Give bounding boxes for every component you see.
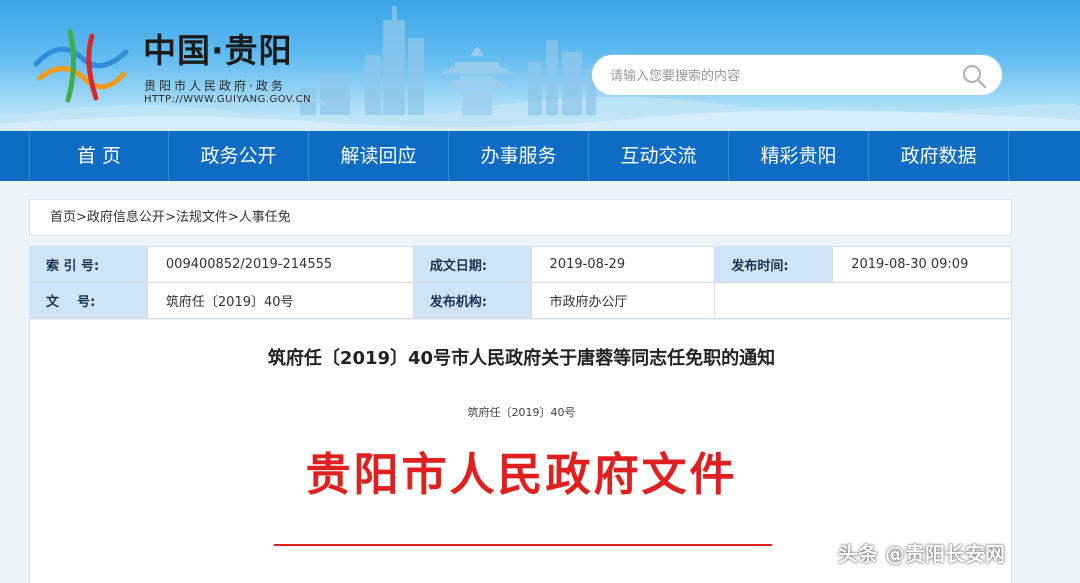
index-number-value: 009400852/2019-214555: [146, 246, 414, 283]
nav-item-home[interactable]: 首 页: [29, 131, 169, 181]
document-number-label: 文 号:: [29, 282, 148, 319]
nav-item-government-affairs[interactable]: 政务公开: [169, 131, 309, 181]
breadcrumb-regulations[interactable]: 法规文件: [176, 210, 228, 225]
publishing-org-value: 市政府办公厅: [530, 282, 716, 319]
breadcrumb: 首页>政府信息公开>法规文件>人事任免: [29, 199, 1012, 236]
search-icon[interactable]: [961, 63, 987, 89]
breadcrumb-appointments[interactable]: 人事任免: [239, 210, 291, 225]
red-divider-line: [274, 544, 772, 546]
breadcrumb-info-disclosure[interactable]: 政府信息公开: [87, 210, 165, 225]
nav-item-discover-guiyang[interactable]: 精彩贵阳: [729, 131, 869, 181]
site-url: HTTP://WWW.GUIYANG.GOV.CN: [144, 94, 312, 105]
publish-time-label: 发布时间:: [714, 246, 834, 283]
site-header: 中国·贵阳 贵阳市人民政府·政务 HTTP://WWW.GUIYANG.GOV.…: [0, 0, 1080, 131]
article-title: 筑府任〔2019〕40号市人民政府关于唐蓉等同志任免职的通知: [267, 348, 776, 369]
search-box: [592, 55, 1002, 95]
breadcrumb-separator: >: [227, 210, 239, 225]
drafting-date-value: 2019-08-29: [530, 246, 716, 283]
publish-time-value: 2019-08-30 09:09: [832, 246, 1012, 283]
document-metadata-table: 索 引 号: 009400852/2019-214555 成文日期: 2019-…: [29, 246, 1012, 319]
breadcrumb-home[interactable]: 首页: [50, 210, 76, 225]
breadcrumb-separator: >: [164, 210, 176, 225]
site-subtitle: 贵阳市人民政府·政务: [144, 79, 286, 93]
source-watermark: 头条 @贵阳长安网: [838, 542, 1005, 566]
nav-item-interpretation[interactable]: 解读回应: [309, 131, 449, 181]
publishing-org-label: 发布机构:: [412, 282, 532, 319]
guiyang-logo-icon: [33, 29, 129, 103]
red-document-header: 贵阳市人民政府文件: [305, 448, 738, 501]
index-number-label: 索 引 号:: [29, 246, 148, 283]
main-nav: 首 页 政务公开 解读回应 办事服务 互动交流 精彩贵阳 政府数据: [0, 131, 1080, 181]
search-input[interactable]: [608, 64, 942, 88]
document-number-value: 筑府任〔2019〕40号: [146, 282, 414, 319]
nav-item-government-data[interactable]: 政府数据: [869, 131, 1009, 181]
document-number: 筑府任〔2019〕40号: [467, 406, 576, 419]
empty-cell: [714, 282, 1012, 319]
site-title: 中国·贵阳: [143, 31, 293, 70]
drafting-date-label: 成文日期:: [412, 246, 532, 283]
breadcrumb-separator: >: [76, 210, 87, 225]
nav-item-services[interactable]: 办事服务: [449, 131, 589, 181]
nav-item-interaction[interactable]: 互动交流: [589, 131, 729, 181]
